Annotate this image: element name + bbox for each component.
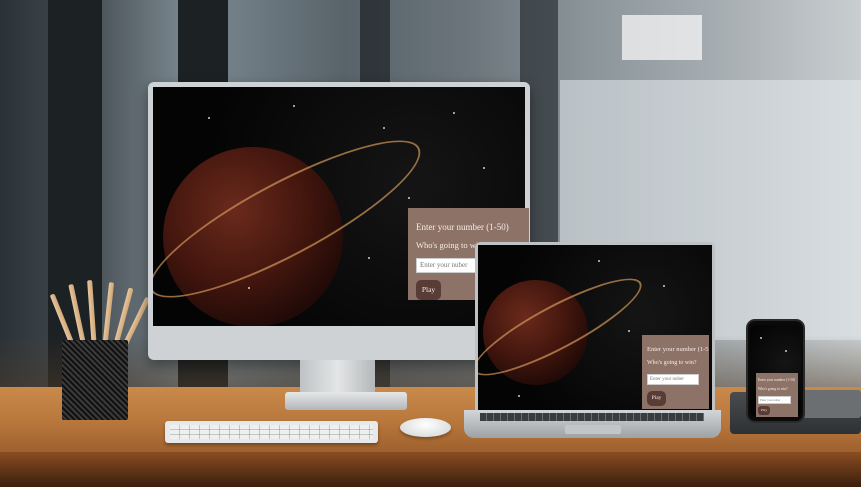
star-icon <box>628 330 630 332</box>
pencil-cup <box>62 340 128 420</box>
star-icon <box>453 112 455 114</box>
phone-number-input[interactable]: Enter your nuber <box>758 396 791 404</box>
play-button[interactable]: Play <box>416 280 441 300</box>
star-icon <box>785 350 787 352</box>
tablet-cover <box>800 390 861 418</box>
desk-edge <box>0 452 861 487</box>
star-icon <box>248 287 250 289</box>
wall-panel <box>622 15 702 60</box>
game-title: Enter your number (1-50) <box>416 222 509 232</box>
laptop-trackpad <box>565 425 621 434</box>
phone-game-panel: Enter your number (1-50) Who's going to … <box>756 373 798 417</box>
monitor-stand <box>300 360 375 395</box>
smartphone: Enter your number (1-50) Who's going to … <box>746 319 805 423</box>
star-icon <box>293 105 295 107</box>
star-icon <box>408 197 410 199</box>
laptop-number-input[interactable]: Enter your nuber <box>647 374 699 385</box>
star-icon <box>518 395 520 397</box>
desktop-mouse <box>400 418 451 437</box>
star-icon <box>598 260 600 262</box>
star-icon <box>663 285 665 287</box>
laptop-screen: Enter your number (1-5 Who's going to wi… <box>475 242 715 418</box>
phone-game-question: Who's going to win? <box>758 387 788 391</box>
keyboard-keys <box>170 425 373 439</box>
laptop-game-question: Who's going to win? <box>647 360 697 366</box>
star-icon <box>208 117 210 119</box>
laptop-play-button[interactable]: Play <box>647 391 666 406</box>
phone-game-title: Enter your number (1-50) <box>758 378 796 382</box>
desktop-keyboard <box>165 421 378 443</box>
phone-play-button[interactable]: Play <box>758 406 770 415</box>
monitor-stand-base <box>285 392 407 410</box>
laptop-game-title: Enter your number (1-5 <box>647 346 709 353</box>
star-icon <box>483 167 485 169</box>
star-icon <box>760 337 762 339</box>
laptop-game-panel: Enter your number (1-5 Who's going to wi… <box>642 335 709 409</box>
star-icon <box>383 127 385 129</box>
star-icon <box>368 257 370 259</box>
laptop-keyboard <box>480 413 704 421</box>
